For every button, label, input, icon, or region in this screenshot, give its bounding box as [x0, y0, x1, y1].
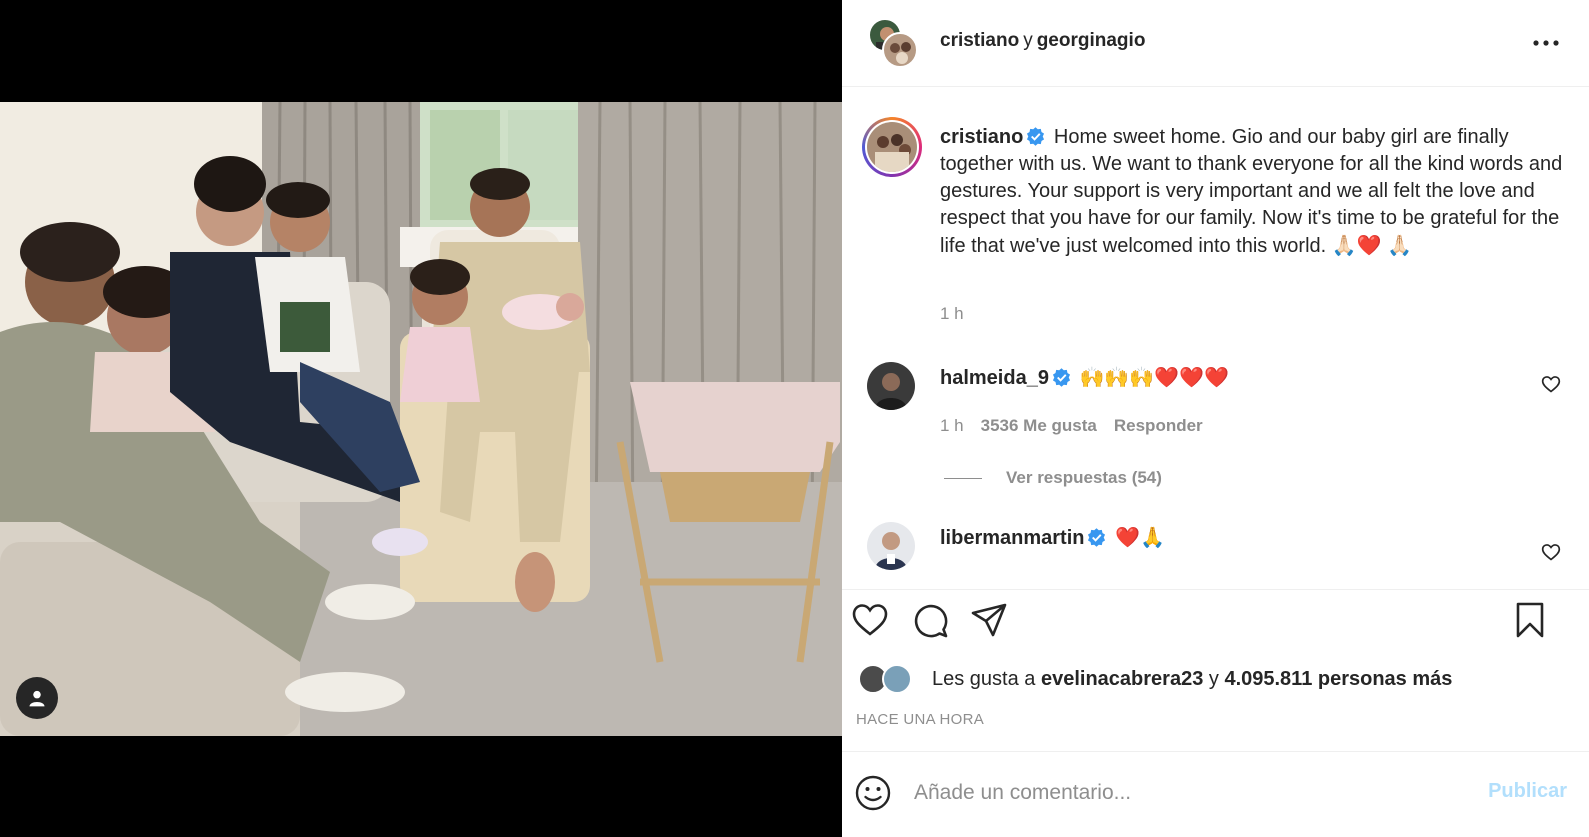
comment-icon[interactable] [910, 600, 950, 640]
reply-button[interactable]: Responder [1114, 416, 1203, 435]
liker-avatar[interactable] [882, 664, 912, 694]
avatar-georginagio[interactable] [882, 32, 918, 68]
caption-emoji: 🙏🏻 [1387, 233, 1413, 257]
comment-text: libermanmartin ❤️🙏 [940, 525, 1165, 550]
publish-button[interactable]: Publicar [1488, 780, 1567, 803]
username-link[interactable]: georginagio [1037, 30, 1146, 51]
comment-emoji: 🙏 [1139, 525, 1165, 549]
more-options-button[interactable] [1531, 28, 1561, 58]
family-photo-illustration [0, 102, 842, 736]
comment-emoji: ❤️ [1154, 365, 1180, 389]
smiley-icon[interactable] [852, 772, 894, 814]
comment-input[interactable] [914, 776, 1444, 810]
post-actions [842, 600, 1589, 650]
likes-prefix: Les gusta a [932, 667, 1036, 690]
commenter-avatar[interactable] [867, 362, 915, 410]
paper-plane-icon[interactable] [969, 600, 1009, 640]
comment-username[interactable]: libermanmartin [940, 527, 1084, 549]
more-horizontal-icon [1533, 40, 1559, 46]
comment-likes-count[interactable]: 3536 Me gusta [981, 416, 1097, 435]
comment-emoji: ❤️ [1179, 365, 1205, 389]
verified-badge-icon [1088, 528, 1106, 547]
comment-like-icon[interactable] [1541, 374, 1561, 394]
bookmark-icon[interactable] [1510, 600, 1550, 640]
replies-divider [944, 477, 982, 479]
caption-timestamp[interactable]: 1 h [940, 304, 964, 324]
likes-conjunction: y [1208, 667, 1219, 690]
collab-avatars[interactable] [868, 18, 920, 70]
comment-text: halmeida_9 🙌🙌🙌❤️❤️❤️ [940, 365, 1229, 390]
comments-section[interactable]: cristiano Home sweet home. Gio and our b… [842, 88, 1589, 590]
post-media[interactable] [0, 0, 842, 837]
comment-emoji: 🙌 [1104, 365, 1130, 389]
commenter-avatar[interactable] [867, 522, 915, 570]
liker-avatars[interactable] [858, 662, 916, 696]
comment-emoji: ❤️ [1204, 365, 1229, 389]
post-sidebar: cristiano y georginagio cristiano Home swe… [842, 0, 1589, 837]
comment-emoji: 🙌 [1129, 365, 1155, 389]
likes-summary: Les gusta a evelinacabrera23 y 4.095.811… [858, 662, 1452, 696]
verified-badge-icon [1052, 368, 1071, 387]
add-comment-bar: Publicar [842, 751, 1589, 837]
comment-time[interactable]: 1 h [940, 416, 964, 435]
caption-avatar[interactable] [862, 117, 922, 177]
comment-emoji: 🙌 [1079, 365, 1105, 389]
comment-like-icon[interactable] [1541, 542, 1561, 562]
likes-count[interactable]: 4.095.811 personas más [1224, 668, 1452, 691]
post-header: cristiano y georginagio [842, 0, 1589, 87]
liker-username[interactable]: evelinacabrera23 [1041, 668, 1203, 691]
comment-emoji: ❤️ [1115, 525, 1140, 549]
view-replies-button[interactable]: Ver respuestas (54) [944, 468, 1162, 488]
conjunction-text: y [1023, 30, 1033, 51]
comment-username[interactable]: halmeida_9 [940, 367, 1049, 389]
user-tag-button[interactable] [16, 677, 58, 719]
post-timestamp[interactable]: HACE UNA HORA [856, 711, 984, 728]
comment-meta: 1 h 3536 Me gusta Responder [940, 416, 1220, 436]
heart-icon[interactable] [850, 600, 890, 640]
user-tag-icon [29, 690, 45, 707]
caption-username[interactable]: cristiano [940, 126, 1023, 148]
view-replies-label: Ver respuestas (54) [1006, 468, 1162, 487]
family-photo[interactable] [0, 102, 842, 736]
post-caption: cristiano Home sweet home. Gio and our b… [940, 124, 1570, 260]
post-authors: cristiano y georginagio [940, 30, 1145, 52]
caption-emoji: 🙏🏻 [1331, 233, 1357, 257]
username-link[interactable]: cristiano [940, 30, 1019, 51]
caption-emoji: ❤️ [1356, 233, 1382, 257]
verified-badge-icon [1027, 127, 1045, 146]
